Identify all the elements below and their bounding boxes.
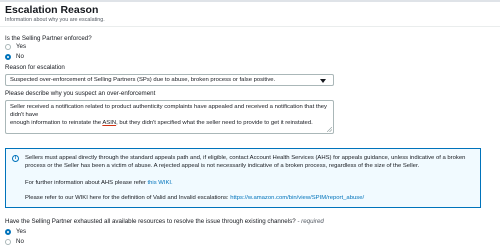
description-line-2: enough information to reinstate the ASIN… xyxy=(10,120,313,126)
enforced-option-no[interactable]: No xyxy=(5,52,24,61)
radio-label: Yes xyxy=(16,228,27,235)
alert-wiki-line: For further information about AHS please… xyxy=(25,180,173,186)
radio-label: Yes xyxy=(16,43,27,50)
info-icon: i xyxy=(12,155,19,162)
section-subtitle: Information about why you are escalating… xyxy=(5,17,105,23)
section-title: Escalation Reason xyxy=(5,4,99,16)
alert-definition-line: Please refer to our WIKI here for the de… xyxy=(25,195,365,201)
caret-down-icon xyxy=(320,79,326,83)
resize-grip-icon[interactable] xyxy=(327,127,332,132)
alert-line-1: Sellers must appeal directly through the… xyxy=(25,155,466,161)
enforced-option-yes[interactable]: Yes xyxy=(5,42,26,51)
top-divider xyxy=(0,0,500,2)
header-divider xyxy=(0,26,500,27)
exhausted-question-label: Have the Selling Partner exhausted all a… xyxy=(5,218,324,225)
wiki-link[interactable]: this WIKI. xyxy=(147,180,172,186)
radio-no-enforced[interactable] xyxy=(5,53,11,60)
required-marker: - required xyxy=(297,218,324,225)
radio-yes-enforced[interactable] xyxy=(5,43,11,50)
alert-line-2: process or the Seller has been a victim … xyxy=(25,163,420,169)
enforced-question-label: Is the Selling Partner enforced? xyxy=(5,35,92,42)
description-textarea[interactable]: Seller received a notification related t… xyxy=(5,100,334,134)
reason-label: Reason for escalation xyxy=(5,64,65,71)
radio-no-exhausted[interactable] xyxy=(5,238,11,245)
exhausted-option-yes[interactable]: Yes xyxy=(5,227,26,236)
radio-label: No xyxy=(16,53,24,60)
reason-select[interactable]: Suspected over-enforcement of Selling Pa… xyxy=(5,74,334,86)
radio-yes-exhausted[interactable] xyxy=(5,228,11,235)
description-label: Please describe why you suspect an over-… xyxy=(5,90,156,97)
exhausted-option-no[interactable]: No xyxy=(5,237,24,246)
description-line-1: Seller received a notification related t… xyxy=(10,104,327,118)
reason-selected-value: Suspected over-enforcement of Selling Pa… xyxy=(10,77,276,83)
info-alert: i Sellers must appeal directly through t… xyxy=(5,148,481,208)
asin-spellcheck: ASIN xyxy=(102,120,117,126)
report-abuse-link[interactable]: https://w.amazon.com/bin/view/SPIM/repor… xyxy=(230,195,364,201)
radio-label: No xyxy=(16,238,24,245)
